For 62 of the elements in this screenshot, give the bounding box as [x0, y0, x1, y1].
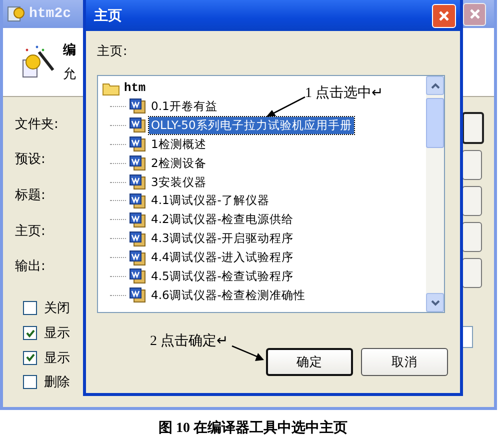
partial-button[interactable] [462, 150, 482, 180]
annotation-text: 2 点击确定↵ [150, 332, 228, 350]
tree-item[interactable]: 4.1调试仪器-了解仪器 [149, 192, 272, 210]
checkbox-label: 显示 [44, 350, 70, 367]
partial-button[interactable] [462, 222, 482, 252]
document-icon [129, 212, 146, 228]
dialog-button[interactable]: 取消 [361, 348, 448, 376]
tree-item[interactable]: 4.6调试仪器-检查检测准确性 [149, 286, 308, 304]
tree-item[interactable]: 2检测设备 [149, 154, 208, 172]
document-icon [129, 117, 146, 134]
scroll-up-icon[interactable] [426, 76, 444, 95]
checkbox[interactable] [23, 375, 37, 390]
dialog-button[interactable]: 确定 [266, 348, 353, 376]
figure-caption: 图 10 在编译器工具中选中主页 [158, 418, 348, 436]
arrow [266, 96, 306, 117]
window-title: htm2c [29, 6, 72, 22]
document-icon [129, 287, 146, 304]
checkbox-label: 关闭 [44, 300, 70, 318]
header-subtitle: 允 [63, 66, 76, 83]
tree-item[interactable]: 4.5调试仪器-检查试验程序 [149, 268, 296, 285]
close-icon [438, 10, 450, 22]
document-icon [129, 174, 146, 190]
checkbox[interactable] [23, 301, 37, 316]
field-label: 标题: [15, 186, 46, 204]
scroll-down-icon[interactable] [426, 293, 444, 312]
scrollbar[interactable] [426, 76, 444, 312]
checkbox[interactable] [23, 350, 37, 365]
close-icon [468, 8, 480, 20]
partial-button[interactable] [462, 186, 482, 216]
document-icon [129, 155, 146, 172]
document-icon [129, 98, 146, 114]
tree-item[interactable]: htm [124, 81, 146, 95]
annotation-text: 1 点击选中↵ [305, 84, 384, 102]
arrow [232, 345, 264, 361]
field-label: 预设: [15, 151, 46, 168]
partial-button[interactable] [462, 112, 484, 144]
field-label: 文件夹: [15, 116, 58, 133]
tree-item[interactable]: 3安装仪器 [149, 174, 208, 190]
field-label: 主页: [97, 43, 128, 59]
document-icon [129, 250, 146, 266]
tree-item[interactable]: OLLY-50系列电子拉力试验机应用手册 [149, 116, 354, 134]
tree-item[interactable]: 1检测概述 [149, 136, 208, 153]
tree-item[interactable]: 4.3调试仪器-开启驱动程序 [149, 230, 296, 248]
document-icon [129, 230, 146, 247]
document-icon [129, 136, 146, 152]
tree-item[interactable]: 0.1开卷有益 [149, 98, 220, 115]
field-label: 主页: [15, 222, 46, 240]
app-icon [7, 5, 25, 23]
tree-item[interactable]: 4.2调试仪器-检查电源供给 [149, 211, 296, 228]
scroll-thumb[interactable] [426, 98, 444, 148]
document-icon [129, 192, 146, 209]
partial-button[interactable] [462, 258, 482, 288]
header-title: 编 [63, 42, 76, 59]
tree-item[interactable]: 4.4调试仪器-进入试验程序 [149, 249, 296, 266]
input-field[interactable] [462, 326, 473, 348]
checkbox-label: 删除 [44, 374, 70, 392]
checkbox-label: 显示 [44, 325, 70, 342]
field-label: 输出: [15, 258, 46, 276]
document-icon [129, 268, 146, 284]
checkbox[interactable] [23, 326, 37, 340]
dialog-title: 主页 [94, 6, 122, 24]
folder-icon [102, 80, 120, 96]
